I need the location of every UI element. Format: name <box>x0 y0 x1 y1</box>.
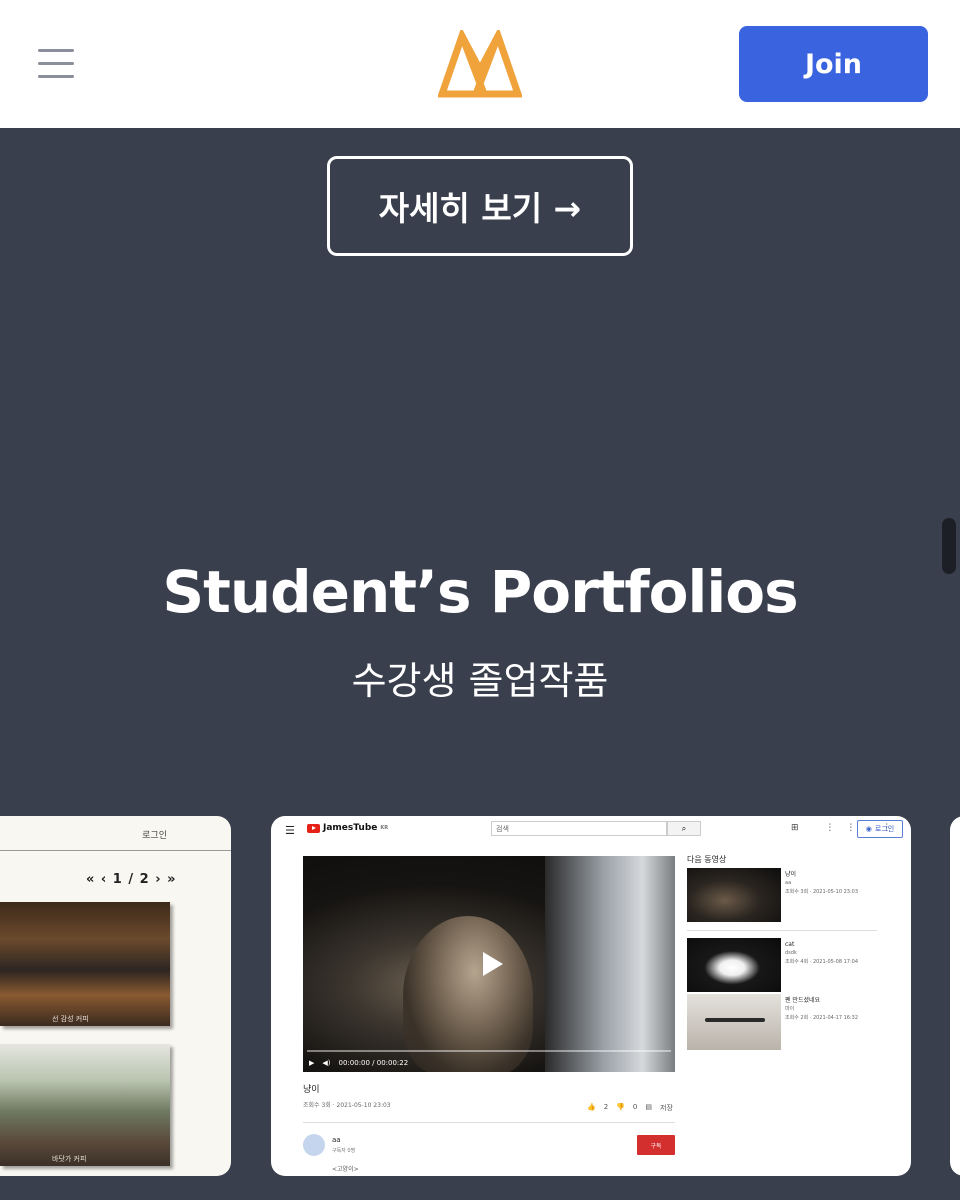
next-video-channel: dsdk <box>785 950 797 956</box>
video-cat-shape <box>403 916 533 1072</box>
portfolio-card-next[interactable] <box>950 816 960 1176</box>
volume-icon: ◀) <box>322 1059 331 1067</box>
dislike-count: 0 <box>632 1103 638 1111</box>
search-input: 검색 <box>491 821 667 836</box>
brand-region: KR <box>380 825 389 831</box>
subscriber-count: 구독자 0명 <box>332 1148 356 1154</box>
portfolio-card-cafe[interactable]: 로그인 « ‹ 1 / 2 › » 선 감성 커피 바닷가 커피 <box>0 816 231 1176</box>
photo-caption: 바닷가 커피 <box>52 1155 87 1163</box>
brand-name: JamesTube <box>323 823 378 833</box>
video-player: ▶ ◀) 00:00:00 / 00:00:22 <box>303 856 675 1072</box>
next-video-title: 펜 만드셨네요 <box>785 997 821 1004</box>
next-videos-heading: 다음 동영상 <box>687 855 727 864</box>
portfolio-card-jamestube[interactable]: ☰ JamesTube KR 검색 ⌕ ⊞ ⋮⋮ ⋮ ◉ 로그인 ▶ ◀) 00… <box>271 816 911 1176</box>
play-small-icon: ▶ <box>309 1059 315 1067</box>
next-video-meta: 조회수 4회 · 2021-05-08 17:04 <box>785 959 858 965</box>
section-title: Student’s Portfolios <box>162 558 798 626</box>
view-more-button[interactable]: 자세히 보기 → <box>327 156 633 256</box>
play-logo-icon <box>307 823 320 833</box>
menu-icon: ☰ <box>285 824 295 837</box>
jamestube-logo: JamesTube KR <box>307 823 388 833</box>
card-login-link: 로그인 <box>142 831 167 841</box>
video-meta: 조회수 3회 · 2021-05-10 23:03 <box>303 1102 391 1109</box>
next-video-thumbnail <box>687 938 781 992</box>
next-video-channel: 마이 <box>785 1006 795 1012</box>
divider <box>303 1122 675 1123</box>
card-pager: « ‹ 1 / 2 › » <box>86 872 177 887</box>
next-video-info: 냥이 aa 조회수 3회 · 2021-05-10 23:03 <box>785 870 858 897</box>
video-progress-bar <box>307 1050 671 1052</box>
next-video-title: cat <box>785 941 795 948</box>
divider <box>687 930 877 931</box>
photo-caption: 선 감성 커피 <box>52 1015 89 1023</box>
next-video-meta: 조회수 2회 · 2021-04-17 16:32 <box>785 1015 858 1021</box>
search-icon: ⌕ <box>667 821 701 836</box>
like-icon: 👍 <box>587 1103 596 1111</box>
next-video-thumbnail <box>687 868 781 922</box>
next-video-info: cat dsdk 조회수 4회 · 2021-05-08 17:04 <box>785 940 858 967</box>
video-description: <고양이> <box>332 1166 359 1173</box>
brand-logo-icon[interactable] <box>438 30 522 98</box>
play-icon <box>483 952 503 976</box>
next-video-channel: aa <box>785 880 792 886</box>
join-button[interactable]: Join <box>739 26 928 102</box>
channel-name: aa <box>332 1136 341 1144</box>
next-video-title: 냥이 <box>785 871 797 878</box>
save-icon: ▤ <box>645 1103 652 1111</box>
video-time: 00:00:00 / 00:00:22 <box>338 1059 409 1067</box>
video-actions: 👍 2 👎 0 ▤ 저장 <box>587 1103 673 1113</box>
dislike-icon: 👎 <box>616 1103 625 1111</box>
video-title: 냥이 <box>303 1085 320 1095</box>
hamburger-menu-icon[interactable] <box>38 49 74 79</box>
account-icon: ◉ <box>865 825 872 833</box>
next-video-info: 펜 만드셨네요 마이 조회수 2회 · 2021-04-17 16:32 <box>785 996 858 1023</box>
save-label: 저장 <box>660 1104 673 1112</box>
like-count: 2 <box>603 1103 609 1111</box>
login-label: 로그인 <box>874 825 895 833</box>
section-subtitle: 수강생 졸업작품 <box>351 659 609 703</box>
card-divider <box>0 850 231 851</box>
subscribe-button: 구독 <box>637 1135 675 1155</box>
cafe-photo: 바닷가 커피 <box>0 1044 170 1166</box>
cafe-photo: 선 감성 커피 <box>0 902 170 1026</box>
video-controls: ▶ ◀) 00:00:00 / 00:00:22 <box>309 1059 408 1067</box>
video-window-frame <box>545 856 675 1072</box>
next-video-thumbnail <box>687 994 781 1050</box>
avatar <box>303 1134 325 1156</box>
top-navbar: Join <box>0 0 960 128</box>
login-button: ◉ 로그인 <box>857 820 903 838</box>
next-video-meta: 조회수 3회 · 2021-05-10 23:03 <box>785 889 858 895</box>
